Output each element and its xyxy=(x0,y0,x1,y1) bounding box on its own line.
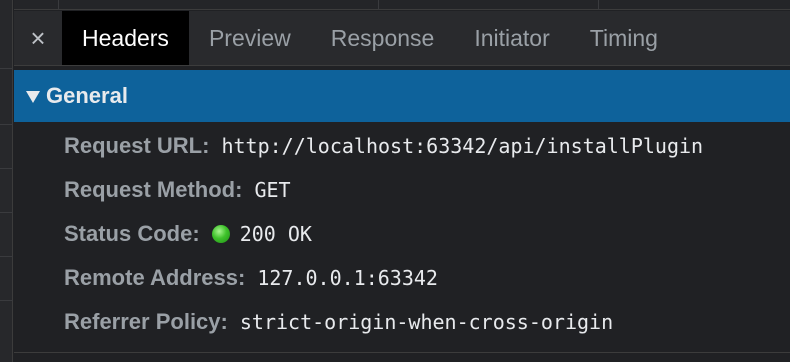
status-code-key: Status Code: xyxy=(64,221,200,246)
request-method-key: Request Method: xyxy=(64,177,243,202)
gutter-divider xyxy=(0,68,13,69)
gutter-divider xyxy=(0,212,13,213)
gutter-divider xyxy=(0,300,13,301)
status-code-value[interactable]: 200 OK xyxy=(240,222,312,246)
tab-bar: × Headers Preview Response Initiator Tim… xyxy=(14,11,790,66)
tab-response[interactable]: Response xyxy=(311,11,455,65)
gutter-divider xyxy=(0,256,13,257)
gutter-divider xyxy=(0,124,13,125)
general-section-header[interactable]: General xyxy=(14,70,790,122)
column-divider xyxy=(58,0,59,10)
section-divider xyxy=(14,352,790,353)
remote-address-value[interactable]: 127.0.0.1:63342 xyxy=(257,266,438,290)
status-code-row: Status Code: 200 OK xyxy=(64,212,784,256)
request-method-value[interactable]: GET xyxy=(254,178,290,202)
general-section-title: General xyxy=(46,83,128,108)
green-circle-icon xyxy=(211,225,230,243)
referrer-policy-key: Referrer Policy: xyxy=(64,309,228,334)
request-url-value[interactable]: http://localhost:63342/api/installPlugin xyxy=(221,134,703,158)
close-icon[interactable]: × xyxy=(14,11,62,65)
general-rows: Request URL: http://localhost:63342/api/… xyxy=(64,124,784,344)
remote-address-row: Remote Address: 127.0.0.1:63342 xyxy=(64,256,784,300)
gutter-divider xyxy=(0,168,13,169)
referrer-policy-value[interactable]: strict-origin-when-cross-origin xyxy=(240,310,613,334)
request-method-row: Request Method: GET xyxy=(64,168,784,212)
request-url-row: Request URL: http://localhost:63342/api/… xyxy=(64,124,784,168)
tab-headers[interactable]: Headers xyxy=(62,11,189,65)
column-divider xyxy=(598,0,599,10)
tab-preview[interactable]: Preview xyxy=(189,11,311,65)
request-url-key: Request URL: xyxy=(64,133,210,158)
expand-triangle-icon xyxy=(26,91,40,103)
referrer-policy-row: Referrer Policy: strict-origin-when-cros… xyxy=(64,300,784,344)
request-list-edge xyxy=(0,0,13,362)
tab-timing[interactable]: Timing xyxy=(570,11,678,65)
column-divider xyxy=(378,0,379,10)
remote-address-key: Remote Address: xyxy=(64,265,246,290)
headers-panel: × Headers Preview Response Initiator Tim… xyxy=(0,0,790,362)
top-strip xyxy=(14,0,790,10)
tab-initiator[interactable]: Initiator xyxy=(454,11,569,65)
